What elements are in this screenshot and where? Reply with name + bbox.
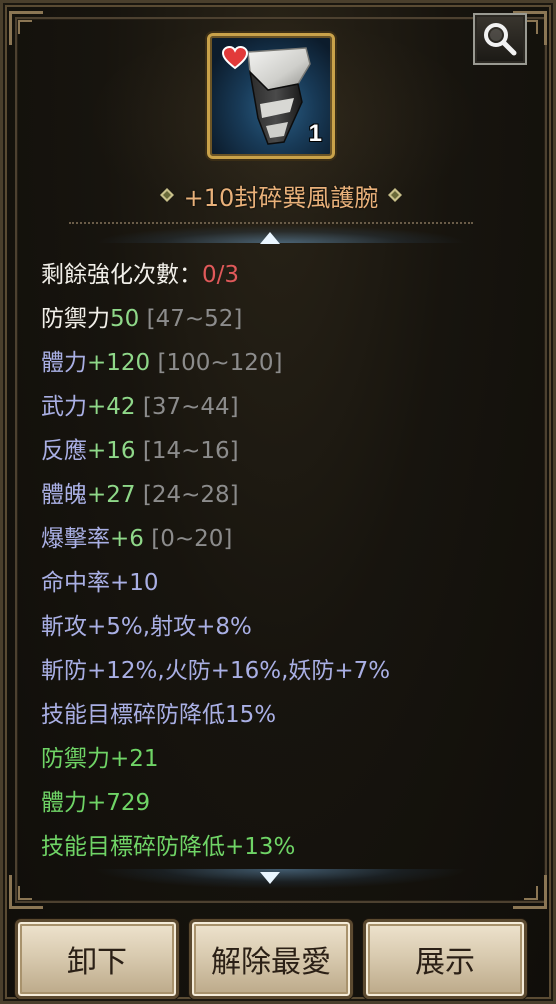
stat-line: 技能目標碎防降低15%: [41, 693, 531, 737]
stat-line: 防禦力50 [47~52]: [41, 297, 531, 341]
stat-text: [0~20]: [143, 526, 233, 552]
title-divider: [69, 222, 473, 224]
stat-line: 命中率+10: [41, 561, 531, 605]
stat-text: [100~120]: [150, 350, 283, 376]
heart-icon: [222, 46, 248, 70]
stat-text: 體魄: [41, 482, 87, 508]
stat-line: 體力+120 [100~120]: [41, 341, 531, 385]
stat-text: 技能目標碎防降低+13%: [41, 834, 296, 860]
stat-text: 體力+729: [41, 790, 151, 816]
stat-text: +120: [87, 350, 151, 376]
stat-line: 武力+42 [37~44]: [41, 385, 531, 429]
stat-text: 爆擊率: [41, 526, 110, 552]
item-tooltip-panel: 1 +10封碎巽風護腕 剩餘強化次數：0/3 防禦力50 [47~52] 體力+12…: [0, 0, 556, 1004]
item-count: 1: [308, 120, 322, 147]
diamond-icon: [388, 188, 403, 202]
stat-text: 反應: [41, 438, 87, 464]
stat-line: 防禦力+21: [41, 737, 531, 781]
chevron-down-icon[interactable]: [259, 871, 281, 885]
stat-text: 命中率+10: [41, 570, 159, 596]
corner-ornament-bottom-left: [9, 875, 43, 909]
stat-text: [37~44]: [135, 394, 239, 420]
stat-text: [14~16]: [135, 438, 239, 464]
diamond-icon: [159, 188, 174, 202]
stat-text: 防禦力+21: [41, 746, 159, 772]
stat-text: 50: [110, 306, 140, 332]
stat-text: 剩餘強化次數：: [41, 262, 202, 288]
stat-text: 0/3: [202, 262, 240, 288]
stat-text: +6: [110, 526, 144, 552]
top-glow: [93, 225, 469, 243]
stat-line: 體魄+27 [24~28]: [41, 473, 531, 517]
corner-ornament-bottom-right: [513, 875, 547, 909]
stat-line: 剩餘強化次數：0/3: [41, 253, 531, 297]
show-button[interactable]: 展示: [363, 919, 527, 999]
stat-text: 武力: [41, 394, 87, 420]
stat-text: 技能目標碎防降低15%: [41, 702, 277, 728]
stat-line: 技能目標碎防降低+13%: [41, 825, 531, 869]
stat-text: [24~28]: [135, 482, 239, 508]
stat-line: 體力+729: [41, 781, 531, 825]
corner-ornament-top-left: [9, 11, 43, 45]
stat-text: 防禦力: [41, 306, 110, 332]
chevron-up-icon[interactable]: [259, 231, 281, 245]
bottom-glow: [93, 869, 469, 889]
stat-line: 斬防+12%,火防+16%,妖防+7%: [41, 649, 531, 693]
stat-line: 反應+16 [14~16]: [41, 429, 531, 473]
unfavorite-button[interactable]: 解除最愛: [189, 919, 353, 999]
stat-text: 斬防+12%,火防+16%,妖防+7%: [41, 658, 391, 684]
stat-line: 爆擊率+6 [0~20]: [41, 517, 531, 561]
item-slot[interactable]: 1: [207, 33, 335, 159]
item-title: +10封碎巽風護腕: [183, 183, 379, 212]
stat-text: +16: [87, 438, 136, 464]
stats-list: 剩餘強化次數：0/3 防禦力50 [47~52] 體力+120 [100~120] 武…: [41, 253, 531, 869]
stat-text: +42: [87, 394, 136, 420]
stat-line: 斬攻+5%,射攻+8%: [41, 605, 531, 649]
unequip-button[interactable]: 卸下: [15, 919, 179, 999]
stat-text: 體力: [41, 350, 87, 376]
stat-text: [47~52]: [139, 306, 243, 332]
stat-text: +27: [87, 482, 136, 508]
zoom-button[interactable]: [473, 13, 527, 65]
magnifier-icon: [484, 23, 517, 56]
stat-text: 斬攻+5%,射攻+8%: [41, 614, 252, 640]
item-title-row: +10封碎巽風護腕: [3, 173, 556, 217]
